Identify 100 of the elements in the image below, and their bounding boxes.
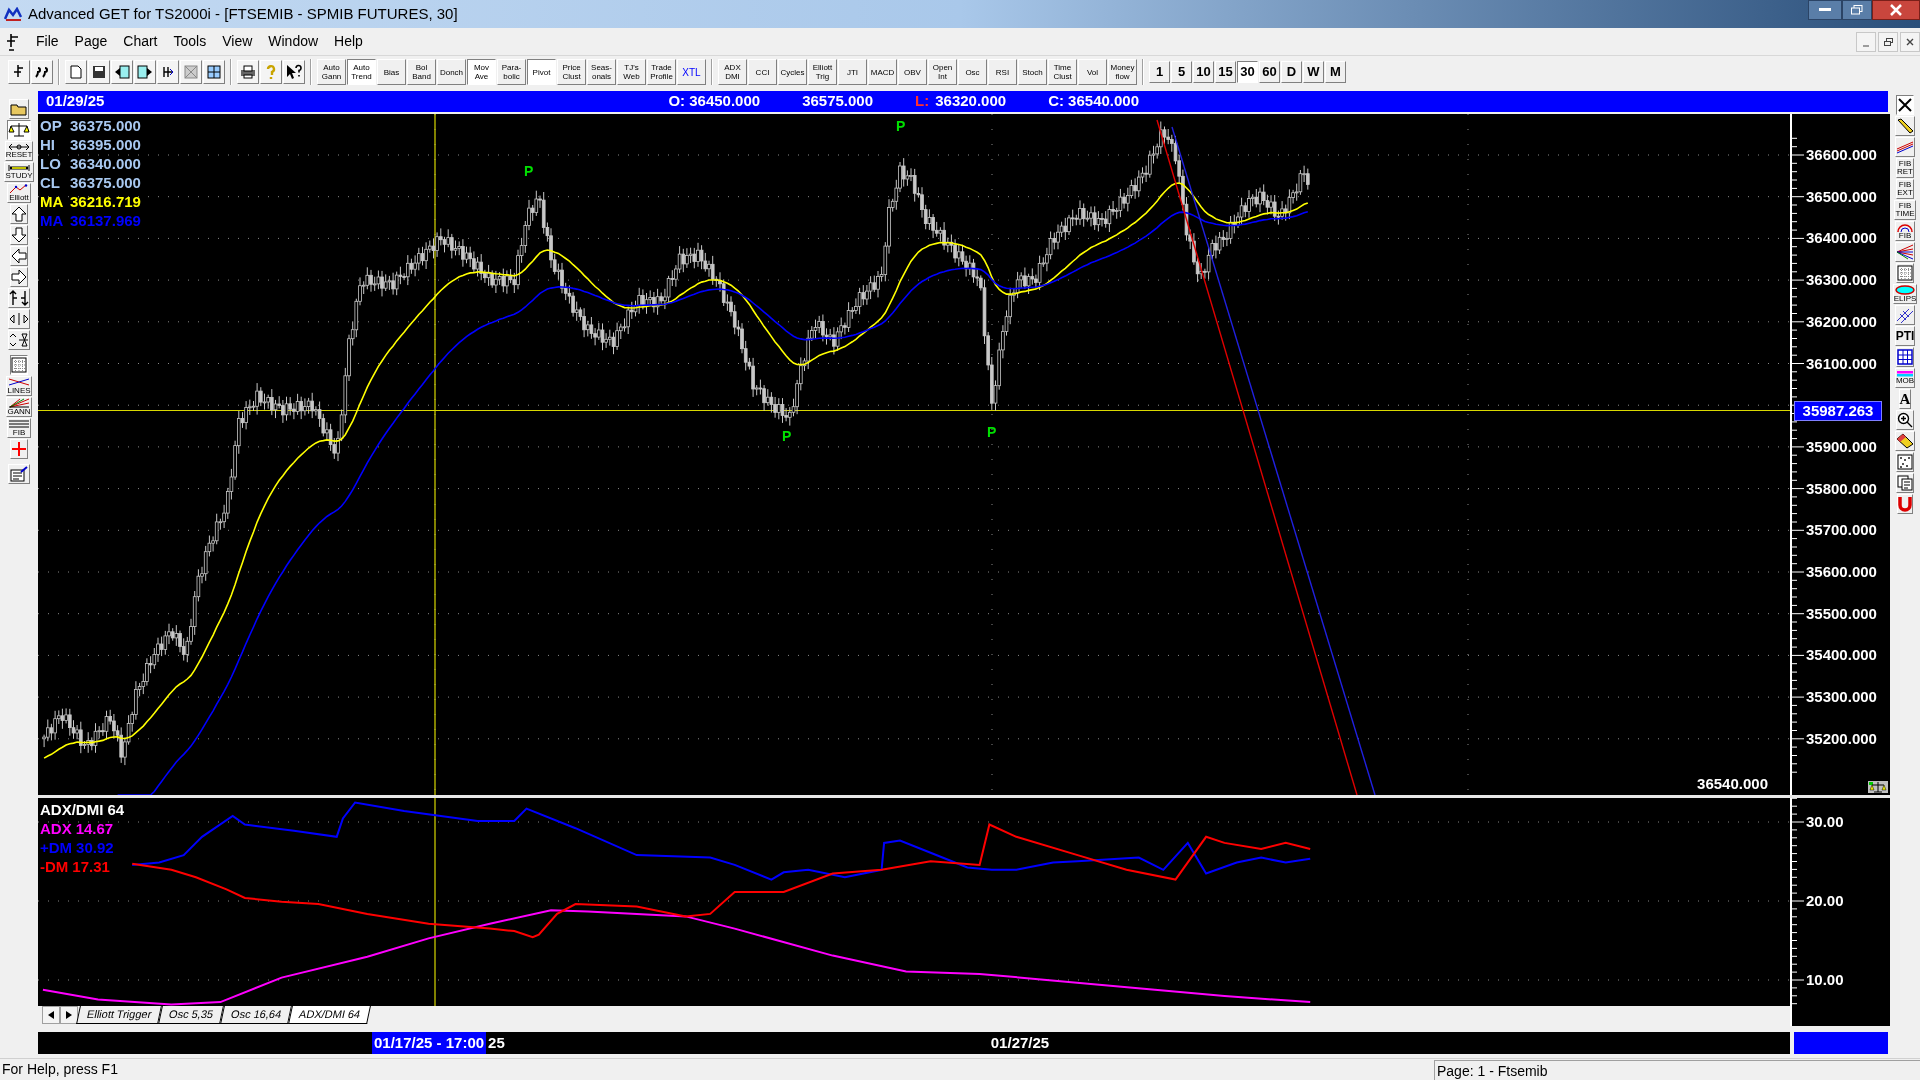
- document-restore-button[interactable]: [1878, 31, 1898, 52]
- print-button[interactable]: [237, 60, 259, 84]
- tool-label: FIB: [12, 429, 26, 437]
- menu-item[interactable]: Chart: [115, 31, 166, 52]
- tool-button[interactable]: [1896, 95, 1914, 115]
- interval-button[interactable]: 5: [1171, 61, 1192, 83]
- close-button[interactable]: [1872, 0, 1920, 20]
- interval-button[interactable]: 10: [1193, 61, 1214, 83]
- tool-button[interactable]: LINES: [6, 376, 32, 396]
- grid-icon: [1897, 349, 1913, 365]
- indicator-button[interactable]: CCI: [748, 59, 777, 85]
- tab[interactable]: Osc 16,64: [220, 1006, 293, 1024]
- indicator-button[interactable]: Vol: [1078, 59, 1107, 85]
- tool-button[interactable]: MOB: [1894, 368, 1916, 388]
- indicator-button[interactable]: OBV: [898, 59, 927, 85]
- horizontal-lines-icon: [8, 419, 30, 429]
- menu-item[interactable]: Help: [326, 31, 371, 52]
- tool-button[interactable]: FIB RET: [1896, 158, 1914, 178]
- indicator-button[interactable]: MACD: [868, 59, 897, 85]
- indicator-button[interactable]: JTI: [838, 59, 867, 85]
- restore-button[interactable]: [1842, 0, 1872, 20]
- tab[interactable]: Elliott Trigger: [76, 1006, 163, 1024]
- pattern-icon: [1897, 454, 1913, 470]
- tool-button[interactable]: FIB: [1895, 221, 1915, 241]
- tool-button[interactable]: STUDY: [4, 162, 34, 182]
- tool-button[interactable]: [7, 120, 31, 140]
- scroll-left-button[interactable]: [42, 1006, 60, 1024]
- chart-tool-button[interactable]: Pivot: [527, 59, 556, 85]
- indicator-button[interactable]: Stoch: [1018, 59, 1047, 85]
- trend-line[interactable]: [1171, 126, 1376, 795]
- tool-label: MOB: [1895, 377, 1915, 385]
- link-button[interactable]: [157, 60, 179, 84]
- interval-button[interactable]: M: [1325, 61, 1346, 83]
- indicator-button[interactable]: Money flow: [1108, 59, 1137, 85]
- tool-button[interactable]: FIB TIME: [1894, 200, 1916, 220]
- chart-tool-button[interactable]: Para- bolic: [497, 59, 526, 85]
- indicator-button[interactable]: Open Int: [928, 59, 957, 85]
- chart-tool-button[interactable]: Auto Trend: [347, 59, 376, 85]
- scales-icon[interactable]: [1868, 781, 1888, 793]
- indicator-button[interactable]: Osc: [958, 59, 987, 85]
- interval-button[interactable]: W: [1303, 61, 1324, 83]
- context-help-button[interactable]: [283, 60, 305, 84]
- help-button[interactable]: [260, 60, 282, 84]
- tool-button[interactable]: FIB: [7, 418, 31, 438]
- tool-button[interactable]: A: [1898, 389, 1912, 409]
- menu-item[interactable]: Window: [260, 31, 327, 52]
- axis-label: 35500.000: [1806, 605, 1877, 622]
- forward-button[interactable]: [134, 60, 156, 84]
- chart-tool-button[interactable]: Price Clust: [557, 59, 586, 85]
- scroll-right-button[interactable]: [60, 1006, 78, 1024]
- indicator-button[interactable]: Time Clust: [1048, 59, 1077, 85]
- minimize-button[interactable]: [1808, 0, 1842, 20]
- chart-tool-button[interactable]: TJ's Web: [617, 59, 646, 85]
- price-marker: 35987.263: [1794, 400, 1882, 421]
- chart-tool-button[interactable]: Bias: [377, 59, 406, 85]
- trend-line[interactable]: [1156, 119, 1358, 795]
- menu-item[interactable]: Tools: [165, 31, 215, 52]
- interval-button[interactable]: 15: [1215, 61, 1236, 83]
- new-page-button[interactable]: [65, 60, 87, 84]
- chart-tool-button[interactable]: Seas- onals: [587, 59, 616, 85]
- window-title: Advanced GET for TS2000i - [FTSEMIB - SPMIB FUTURES, 30]: [28, 3, 458, 24]
- menu-item[interactable]: View: [214, 31, 261, 52]
- interval-button[interactable]: 1: [1149, 61, 1170, 83]
- tab[interactable]: Osc 5,35: [158, 1006, 225, 1024]
- menu-item[interactable]: File: [28, 31, 67, 52]
- menu-item[interactable]: Page: [66, 31, 116, 52]
- tab[interactable]: ADX/DMI 64: [288, 1006, 372, 1024]
- axis-label: 35300.000: [1806, 689, 1877, 706]
- grid-toggle-button[interactable]: [180, 60, 202, 84]
- layout-button[interactable]: [203, 60, 225, 84]
- chart-tool-button[interactable]: Bol Band: [407, 59, 436, 85]
- chart-tool-button[interactable]: Auto Gann: [317, 59, 346, 85]
- chart-tool-button[interactable]: XTL: [677, 59, 706, 85]
- tool-button[interactable]: FIB EXT: [1896, 179, 1914, 199]
- pivot-label: P: [524, 164, 534, 178]
- quote-button[interactable]: [31, 60, 53, 84]
- pointer-icon[interactable]: [6, 32, 20, 51]
- interval-button[interactable]: 60: [1259, 61, 1280, 83]
- document-close-button[interactable]: [1900, 31, 1920, 52]
- tool-button[interactable]: RESET: [4, 141, 34, 161]
- tool-button[interactable]: GANN: [6, 397, 32, 417]
- chart-tool-button[interactable]: Mov Ave: [467, 59, 496, 85]
- chart-tool-button[interactable]: Donch: [437, 59, 466, 85]
- axis-label: 10.00: [1806, 972, 1844, 988]
- back-button[interactable]: [111, 60, 133, 84]
- indicator-button[interactable]: Cycles: [778, 59, 807, 85]
- indicator-button[interactable]: Elliott Trig: [808, 59, 837, 85]
- axis-label: 36400.000: [1806, 230, 1877, 247]
- interval-button[interactable]: 30: [1237, 61, 1258, 83]
- tool-button[interactable]: ELIPS: [1892, 284, 1918, 304]
- chart-tool-button[interactable]: Trade Profile: [647, 59, 676, 85]
- horizontal-line[interactable]: [38, 409, 1790, 412]
- pointer-tool-button[interactable]: [8, 60, 30, 84]
- arrows-icon: [8, 143, 30, 151]
- interval-button[interactable]: D: [1281, 61, 1302, 83]
- save-button[interactable]: [88, 60, 110, 84]
- tool-button[interactable]: Elliott: [7, 183, 31, 203]
- indicator-button[interactable]: RSI: [988, 59, 1017, 85]
- stripes-icon: [1896, 371, 1914, 377]
- indicator-button[interactable]: ADX DMI: [718, 59, 747, 85]
